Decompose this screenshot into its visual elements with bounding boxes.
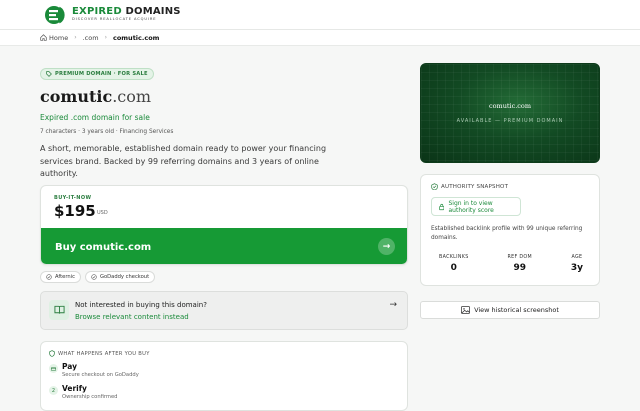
chevron-right-icon: › (74, 34, 77, 41)
home-icon (40, 34, 47, 41)
step-number: 2 (49, 386, 58, 395)
preview-domain: comutic.com (488, 102, 532, 110)
signin-authority-button[interactable]: Sign in to view authority score (431, 197, 521, 216)
buy-now-label: BUY-IT-NOW (54, 195, 92, 201)
chevron-right-icon: › (104, 34, 107, 41)
stat-label: BACKLINKS (439, 255, 469, 260)
step-item: Pay Secure checkout on GoDaddy (49, 362, 139, 378)
shield-check-icon (91, 274, 97, 280)
step-subtitle: Secure checkout on GoDaddy (62, 372, 139, 378)
listing-description: A short, memorable, established domain r… (40, 144, 327, 178)
provider-chip: GoDaddy checkout (84, 271, 156, 283)
price-currency: USD (97, 210, 108, 216)
stat-value: 99 (513, 263, 526, 273)
step-subtitle: Ownership confirmed (62, 394, 118, 400)
step-item: 2 Verify Ownership confirmed (49, 384, 117, 400)
status-badge: PREMIUM DOMAIN · FOR SALE (40, 68, 154, 80)
steps-heading-label: WHAT HAPPENS AFTER YOU BUY (58, 350, 150, 357)
price-card: BUY-IT-NOW $195 USD Buy comutic.com → (40, 185, 408, 265)
step-title: Pay (62, 362, 78, 371)
arrow-right-icon: → (389, 300, 397, 310)
check-circle-icon (431, 183, 438, 190)
view-history-button[interactable]: View historical screenshot (420, 301, 600, 319)
breadcrumb: Home › .com › comutic.com (0, 30, 640, 46)
buy-button[interactable]: Buy comutic.com → (41, 228, 407, 264)
buy-button-label: Buy comutic.com (55, 241, 152, 253)
breadcrumb-home-label: Home (49, 33, 69, 42)
listing-info: PREMIUM DOMAIN · FOR SALE comutic.com Ex… (40, 62, 408, 181)
preview-caption: AVAILABLE — PREMIUM DOMAIN (456, 118, 564, 124)
price-value: $195 (54, 202, 96, 220)
stat-age: AGE 3y (571, 255, 583, 273)
stat-ref-domains: REF DOM 99 (508, 255, 532, 273)
lock-icon (439, 203, 445, 210)
logo-title: EXPIRED DOMAINS (72, 6, 181, 18)
shield-check-icon (46, 274, 52, 280)
provider-chip-label: Afternic (55, 274, 75, 280)
stat-label: AGE (571, 255, 583, 260)
arrow-right-icon: → (378, 238, 395, 255)
authority-stats: BACKLINKS 0 REF DOM 99 AGE 3y (431, 255, 591, 273)
shield-icon (49, 350, 55, 357)
breadcrumb-tld[interactable]: .com (83, 34, 99, 42)
listing-meta: 7 characters · 3 years old · Financing S… (40, 129, 174, 135)
authority-snapshot-card: AUTHORITY SNAPSHOT Sign in to view autho… (420, 174, 600, 286)
browse-link[interactable]: Browse relevant content instead (75, 313, 189, 321)
stat-value: 3y (570, 263, 583, 273)
breadcrumb-current: comutic.com (112, 33, 160, 42)
stat-label: REF DOM (507, 255, 532, 260)
domain-preview-image: comutic.com AVAILABLE — PREMIUM DOMAIN (420, 63, 600, 163)
logo-icon[interactable] (44, 5, 68, 25)
signin-authority-label: Sign in to view authority score (448, 199, 494, 214)
provider-chip: Afternic (40, 271, 81, 283)
image-icon (461, 306, 471, 314)
provider-chip-label: GoDaddy checkout (99, 274, 150, 280)
step-title: Verify (62, 384, 87, 393)
view-history-label: View historical screenshot (474, 306, 559, 314)
authority-heading-label: AUTHORITY SNAPSHOT (441, 183, 509, 190)
after-purchase-steps: WHAT HAPPENS AFTER YOU BUY Pay Secure ch… (40, 341, 408, 411)
tag-icon (46, 71, 52, 77)
site-header: EXPIRED DOMAINS DISCOVER REALLOCATE ACQU… (0, 0, 640, 30)
checkout-providers: Afternic GoDaddy checkout (40, 271, 156, 283)
logo[interactable]: EXPIRED DOMAINS DISCOVER REALLOCATE ACQU… (72, 7, 181, 22)
logo-tagline: DISCOVER REALLOCATE ACQUIRE (72, 17, 157, 22)
listing-subtitle: Expired .com domain for sale (40, 113, 150, 122)
browse-question: Not interested in buying this domain? (75, 301, 207, 309)
authority-description: Established backlink profile with 99 uni… (431, 226, 583, 241)
status-badge-label: PREMIUM DOMAIN · FOR SALE (55, 71, 148, 77)
book-icon (49, 300, 69, 320)
authority-heading: AUTHORITY SNAPSHOT (431, 183, 508, 190)
page-title: comutic.com (40, 87, 152, 106)
browse-content-card[interactable]: Not interested in buying this domain? Br… (40, 291, 408, 330)
preview-grid-pattern (421, 64, 599, 162)
stat-backlinks: BACKLINKS 0 (439, 255, 469, 273)
breadcrumb-home[interactable]: Home (40, 34, 68, 42)
stat-value: 0 (450, 263, 457, 273)
steps-heading: WHAT HAPPENS AFTER YOU BUY (49, 350, 150, 357)
card-icon (49, 364, 58, 373)
